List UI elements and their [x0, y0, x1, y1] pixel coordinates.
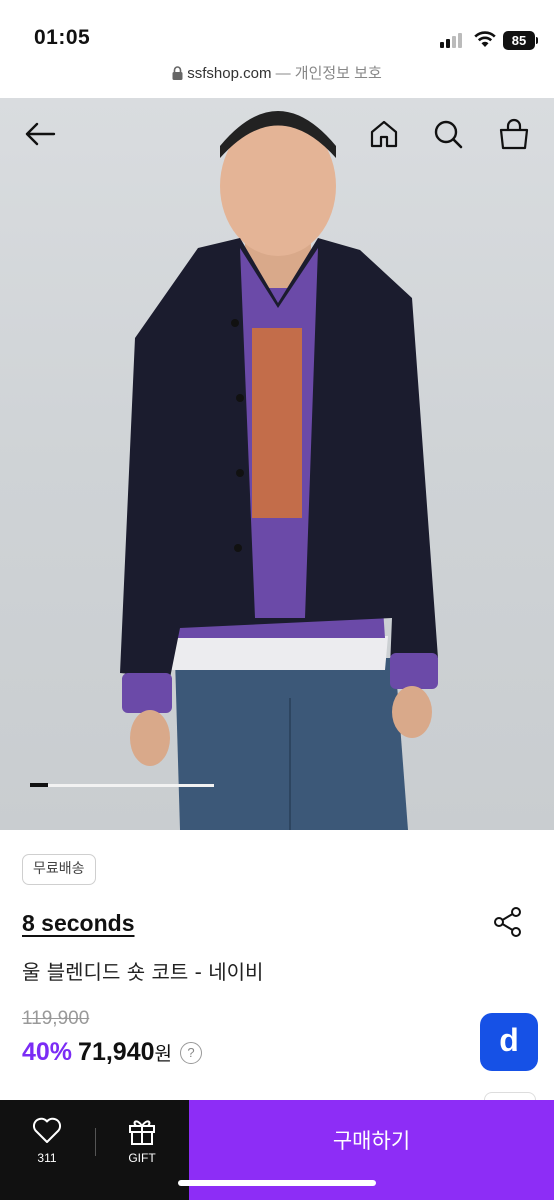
sale-price: 71,940 — [78, 1038, 155, 1066]
product-info: 무료배송 8 seconds 울 블렌디드 숏 코트 - 네이비 119,900… — [0, 830, 554, 1101]
share-icon — [494, 907, 521, 937]
product-name: 울 블렌디드 숏 코트 - 네이비 — [22, 960, 264, 984]
search-icon — [434, 120, 463, 149]
url-domain: ssfshop.com — [187, 65, 272, 82]
gift-button[interactable]: GIFT — [102, 1116, 182, 1165]
carousel-progress — [30, 783, 214, 787]
brand-link[interactable]: 8 seconds — [22, 910, 135, 937]
price-line: 40% 71,940원? — [22, 1038, 202, 1067]
home-button[interactable] — [366, 116, 402, 152]
battery-indicator: 85 — [503, 31, 535, 50]
carousel-progress-fill — [30, 783, 49, 787]
url-bar[interactable]: ssfshop.com — 개인정보 보호 — [0, 62, 554, 98]
original-price: 119,900 — [22, 1008, 90, 1029]
product-image-carousel[interactable] — [0, 98, 554, 830]
back-button[interactable] — [22, 116, 58, 152]
app-logo-icon: d — [499, 1021, 519, 1058]
discount-rate: 40% — [22, 1038, 73, 1066]
status-time: 01:05 — [34, 26, 91, 49]
home-icon — [370, 120, 398, 148]
cellular-signal-icon — [440, 33, 462, 48]
arrow-left-icon — [25, 122, 56, 146]
currency-unit: 원 — [154, 1044, 172, 1065]
like-count: 311 — [37, 1151, 57, 1165]
price-help-icon[interactable]: ? — [180, 1042, 202, 1064]
cart-button[interactable] — [496, 116, 532, 152]
free-shipping-badge: 무료배송 — [22, 854, 96, 885]
like-button[interactable]: 311 — [7, 1116, 87, 1165]
lock-icon — [172, 66, 183, 80]
battery-tip — [536, 37, 538, 44]
url-privacy-label: — 개인정보 보호 — [275, 65, 382, 82]
home-indicator — [178, 1180, 376, 1186]
product-photo — [120, 111, 438, 830]
gift-icon — [129, 1120, 155, 1145]
wifi-icon — [474, 31, 496, 47]
search-button[interactable] — [430, 116, 466, 152]
share-button[interactable] — [492, 906, 524, 942]
shopping-bag-icon — [499, 118, 529, 150]
heart-icon — [32, 1117, 62, 1143]
bottom-divider — [95, 1128, 96, 1156]
gift-label: GIFT — [128, 1151, 156, 1165]
status-bar: 01:05 85 — [0, 0, 554, 62]
floating-app-button[interactable]: d — [480, 1013, 538, 1071]
